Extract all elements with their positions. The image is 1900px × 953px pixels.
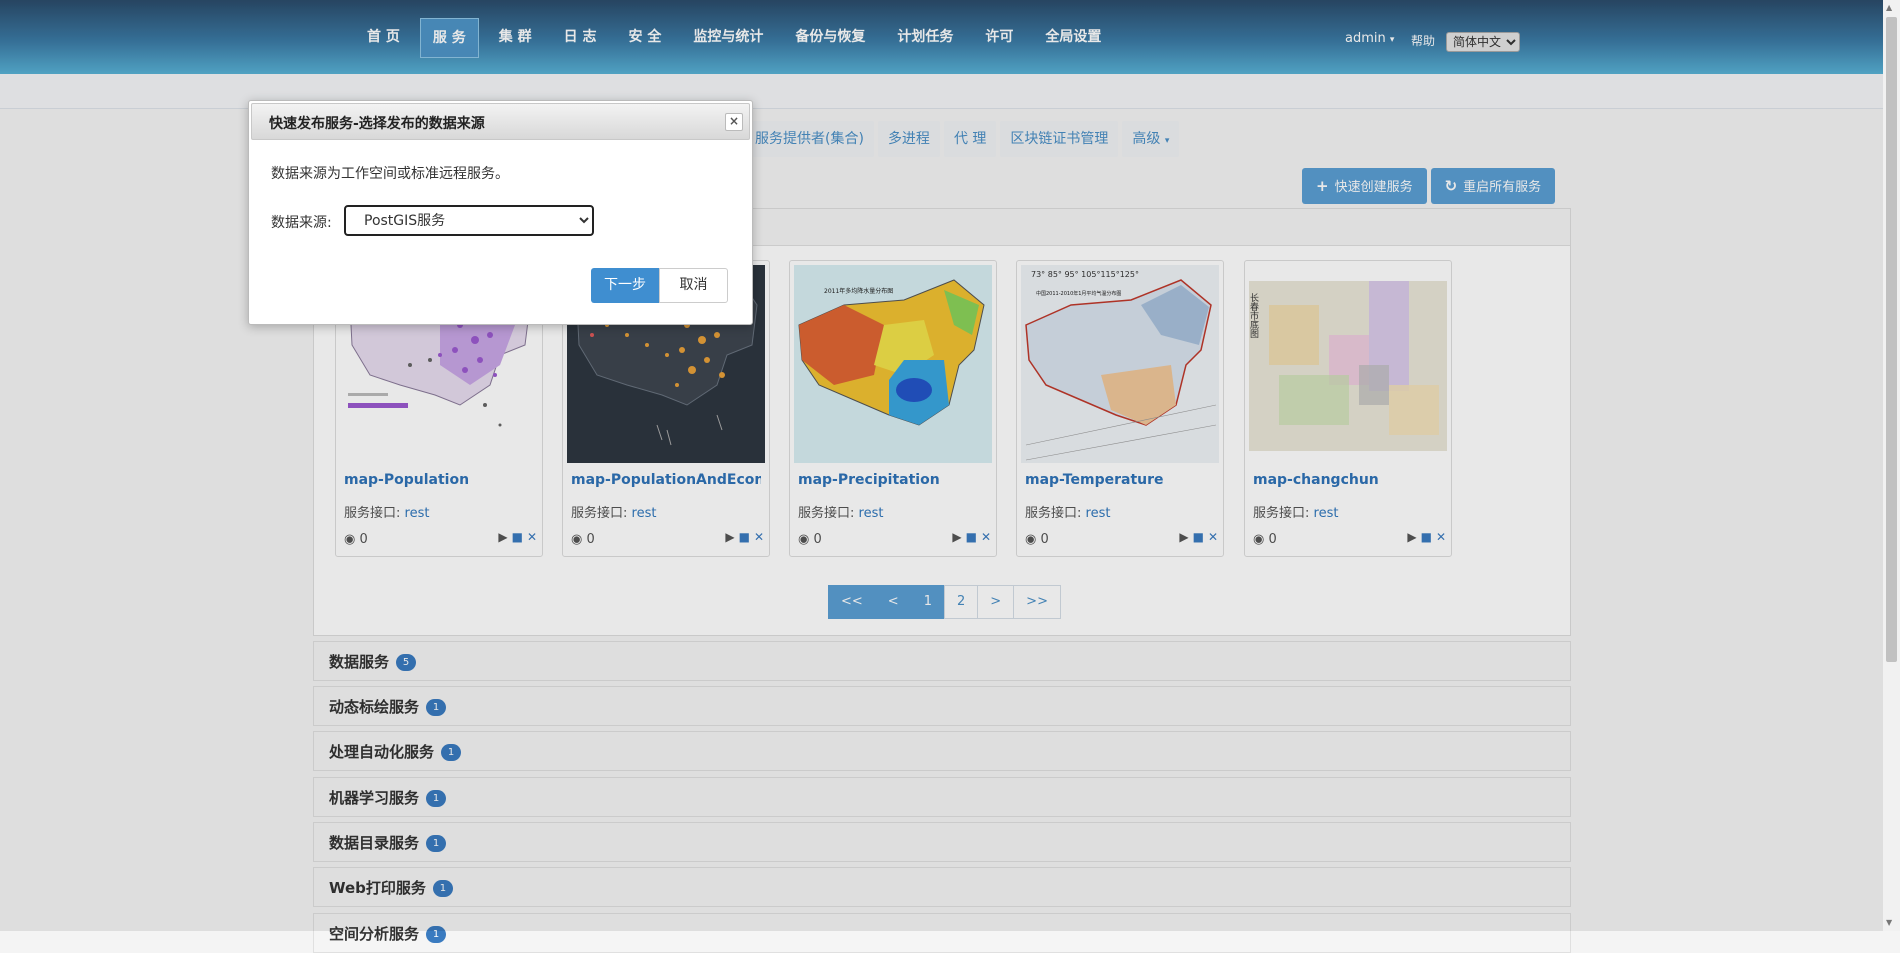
scrollbar-thumb[interactable] bbox=[1886, 17, 1897, 662]
scroll-up-icon[interactable]: ▲ bbox=[1886, 3, 1892, 12]
data-source-select[interactable]: PostGIS服务 bbox=[344, 205, 594, 236]
dialog-description: 数据来源为工作空间或标准远程服务。 bbox=[271, 166, 509, 182]
data-source-label: 数据来源: bbox=[271, 215, 332, 231]
quick-publish-dialog: 快速发布服务-选择发布的数据来源 × 数据来源为工作空间或标准远程服务。 数据来… bbox=[248, 100, 753, 325]
dialog-header[interactable]: 快速发布服务-选择发布的数据来源 × bbox=[251, 103, 750, 140]
next-button[interactable]: 下一步 bbox=[591, 268, 659, 303]
close-icon[interactable]: × bbox=[725, 113, 743, 131]
cancel-button[interactable]: 取消 bbox=[659, 268, 728, 303]
scroll-down-icon[interactable]: ▼ bbox=[1886, 918, 1892, 927]
dialog-title: 快速发布服务-选择发布的数据来源 bbox=[269, 116, 485, 132]
